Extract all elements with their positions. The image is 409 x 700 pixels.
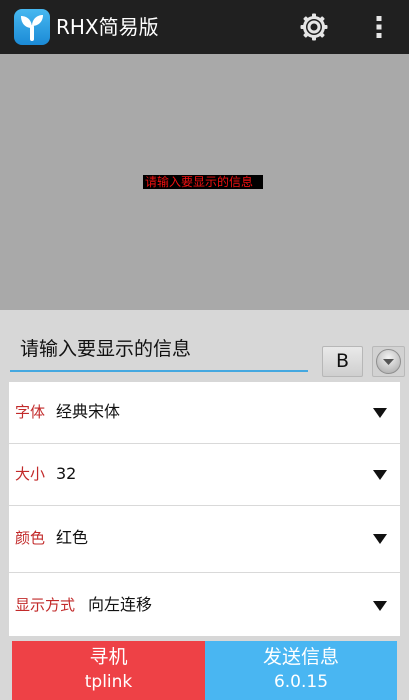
send-button-label: 发送信息 [262, 646, 339, 668]
setting-label: 字体 [15, 403, 46, 421]
setting-row-color[interactable]: 颜色 红色 [9, 506, 400, 573]
setting-value: 32 [56, 464, 77, 483]
setting-value: 向左连移 [88, 595, 153, 614]
setting-row-font[interactable]: 字体 经典宋体 [9, 382, 400, 444]
expand-button[interactable] [372, 346, 405, 377]
leaf-sprout-icon [14, 9, 50, 45]
version-label: 6.0.15 [273, 672, 329, 692]
setting-label: 显示方式 [15, 596, 76, 614]
setting-value: 经典宋体 [56, 402, 121, 421]
app-bar: RHX简易版 [0, 0, 409, 54]
bottom-action-bar: 寻机 tplink 发送信息 6.0.15 [12, 641, 397, 700]
setting-value: 红色 [56, 528, 89, 547]
dropdown-triangle-icon [373, 601, 387, 611]
more-vertical-icon[interactable] [364, 12, 394, 42]
led-preview-area: 请输入要显示的信息 [0, 54, 409, 310]
settings-list: 字体 经典宋体 大小 32 颜色 红色 显示方式 向左连移 [9, 382, 400, 636]
led-preview-text: 请输入要显示的信息 [143, 175, 264, 189]
app-title: RHX简易版 [56, 15, 159, 39]
chevron-down-circle-icon [376, 349, 401, 374]
dropdown-triangle-icon [373, 408, 387, 418]
setting-row-display-mode[interactable]: 显示方式 向左连移 [9, 573, 400, 636]
bold-button[interactable]: B [322, 346, 363, 377]
dropdown-triangle-icon [373, 470, 387, 480]
setting-row-size[interactable]: 大小 32 [9, 444, 400, 506]
send-message-button[interactable]: 发送信息 6.0.15 [205, 641, 397, 700]
message-input[interactable] [10, 328, 308, 372]
gear-icon[interactable] [299, 12, 329, 42]
dropdown-triangle-icon [373, 534, 387, 544]
setting-label: 颜色 [15, 529, 46, 547]
setting-label: 大小 [15, 465, 46, 483]
device-name: tplink [84, 672, 133, 692]
find-button-label: 寻机 [89, 646, 128, 668]
find-device-button[interactable]: 寻机 tplink [12, 641, 205, 700]
